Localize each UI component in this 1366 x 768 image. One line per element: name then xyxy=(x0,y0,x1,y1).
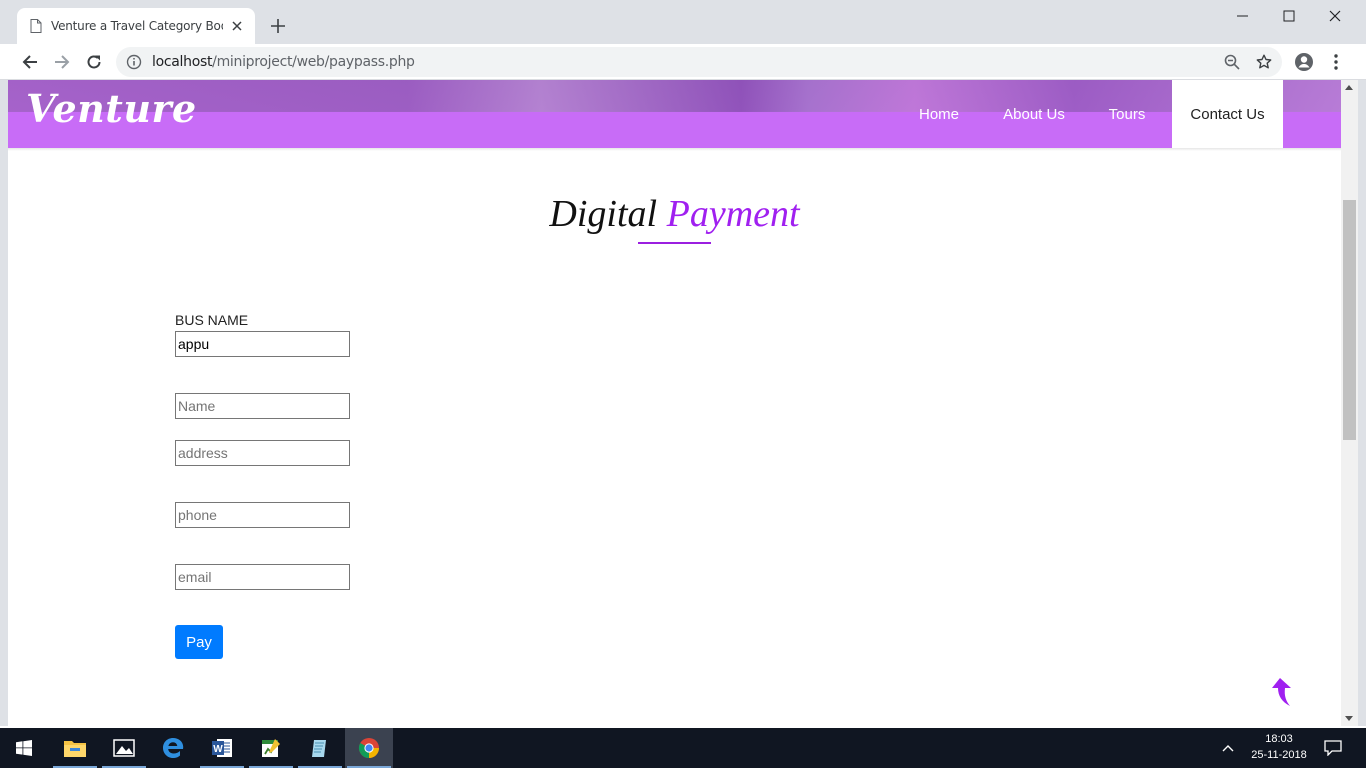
browser-tab[interactable]: Venture a Travel Category Bootstrap Resp… xyxy=(17,8,255,44)
nav-contact-us[interactable]: Contact Us xyxy=(1172,80,1283,148)
forward-arrow-icon[interactable] xyxy=(50,50,74,74)
site-header: Venture Home About Us Tours Contact Us xyxy=(8,80,1341,148)
scroll-up-icon[interactable] xyxy=(1345,85,1353,90)
info-icon[interactable] xyxy=(126,54,142,70)
site-logo[interactable]: Venture xyxy=(26,86,197,131)
bookmark-star-icon[interactable] xyxy=(1252,50,1276,74)
pay-button[interactable]: Pay xyxy=(175,625,223,659)
app-icon[interactable] xyxy=(247,728,295,768)
minimize-icon[interactable] xyxy=(1220,4,1266,28)
notepad-icon[interactable] xyxy=(296,728,344,768)
url-path: /miniproject/web/paypass.php xyxy=(212,54,415,70)
clock-date: 25-11-2018 xyxy=(1251,749,1307,761)
reload-icon[interactable] xyxy=(82,50,106,74)
tray-chevron-up-icon[interactable] xyxy=(1220,740,1236,756)
svg-text:W: W xyxy=(213,744,223,755)
address-field[interactable] xyxy=(175,440,350,466)
scroll-down-icon[interactable] xyxy=(1345,716,1353,721)
clock-time: 18:03 xyxy=(1265,733,1293,745)
url-text: localhost/miniproject/web/paypass.php xyxy=(152,54,415,70)
back-to-top-arrow-icon[interactable] xyxy=(1270,676,1294,708)
back-arrow-icon[interactable] xyxy=(18,50,42,74)
tab-title: Venture a Travel Category Bootstrap Resp… xyxy=(51,19,223,33)
window-border-left xyxy=(0,80,8,726)
title-underline xyxy=(638,242,711,244)
page-scrollbar[interactable] xyxy=(1341,80,1358,726)
edge-icon[interactable] xyxy=(149,728,197,768)
taskbar: W 18:03 25-11-2018 xyxy=(0,728,1366,768)
page-viewport: Venture Home About Us Tours Contact Us D… xyxy=(8,80,1341,726)
page-title: Digital Payment xyxy=(8,192,1341,236)
browser-tabbar: Venture a Travel Category Bootstrap Resp… xyxy=(0,0,1366,44)
bus-name-label: BUS NAME xyxy=(175,312,249,328)
start-icon[interactable] xyxy=(0,728,48,768)
email-field[interactable] xyxy=(175,564,350,590)
photos-icon[interactable] xyxy=(100,728,148,768)
profile-icon[interactable] xyxy=(1292,50,1316,74)
new-tab-icon[interactable] xyxy=(268,16,288,36)
phone-field[interactable] xyxy=(175,502,350,528)
word-icon[interactable]: W xyxy=(198,728,246,768)
name-field[interactable] xyxy=(175,393,350,419)
title-main: Digital xyxy=(549,193,658,235)
browser-toolbar: localhost/miniproject/web/paypass.php xyxy=(0,44,1366,80)
notification-icon[interactable] xyxy=(1322,738,1344,758)
menu-kebab-icon[interactable] xyxy=(1324,50,1348,74)
page-icon xyxy=(30,19,42,33)
file-explorer-icon[interactable] xyxy=(51,728,99,768)
address-bar[interactable]: localhost/miniproject/web/paypass.php xyxy=(116,47,1282,77)
maximize-icon[interactable] xyxy=(1266,4,1312,28)
bus-name-field[interactable] xyxy=(175,331,350,357)
chrome-icon[interactable] xyxy=(345,728,393,768)
zoom-icon[interactable] xyxy=(1220,50,1244,74)
title-accent: Payment xyxy=(666,193,800,235)
close-tab-icon[interactable] xyxy=(229,18,245,34)
url-host: localhost xyxy=(152,54,213,70)
system-clock[interactable]: 18:03 25-11-2018 xyxy=(1244,731,1314,763)
nav-home[interactable]: Home xyxy=(904,80,974,148)
nav-tours[interactable]: Tours xyxy=(1096,80,1158,148)
window-border-right xyxy=(1358,80,1366,726)
close-window-icon[interactable] xyxy=(1312,4,1358,28)
scroll-thumb[interactable] xyxy=(1343,200,1356,440)
header-shadow xyxy=(8,148,1341,151)
nav-about-us[interactable]: About Us xyxy=(992,80,1076,148)
